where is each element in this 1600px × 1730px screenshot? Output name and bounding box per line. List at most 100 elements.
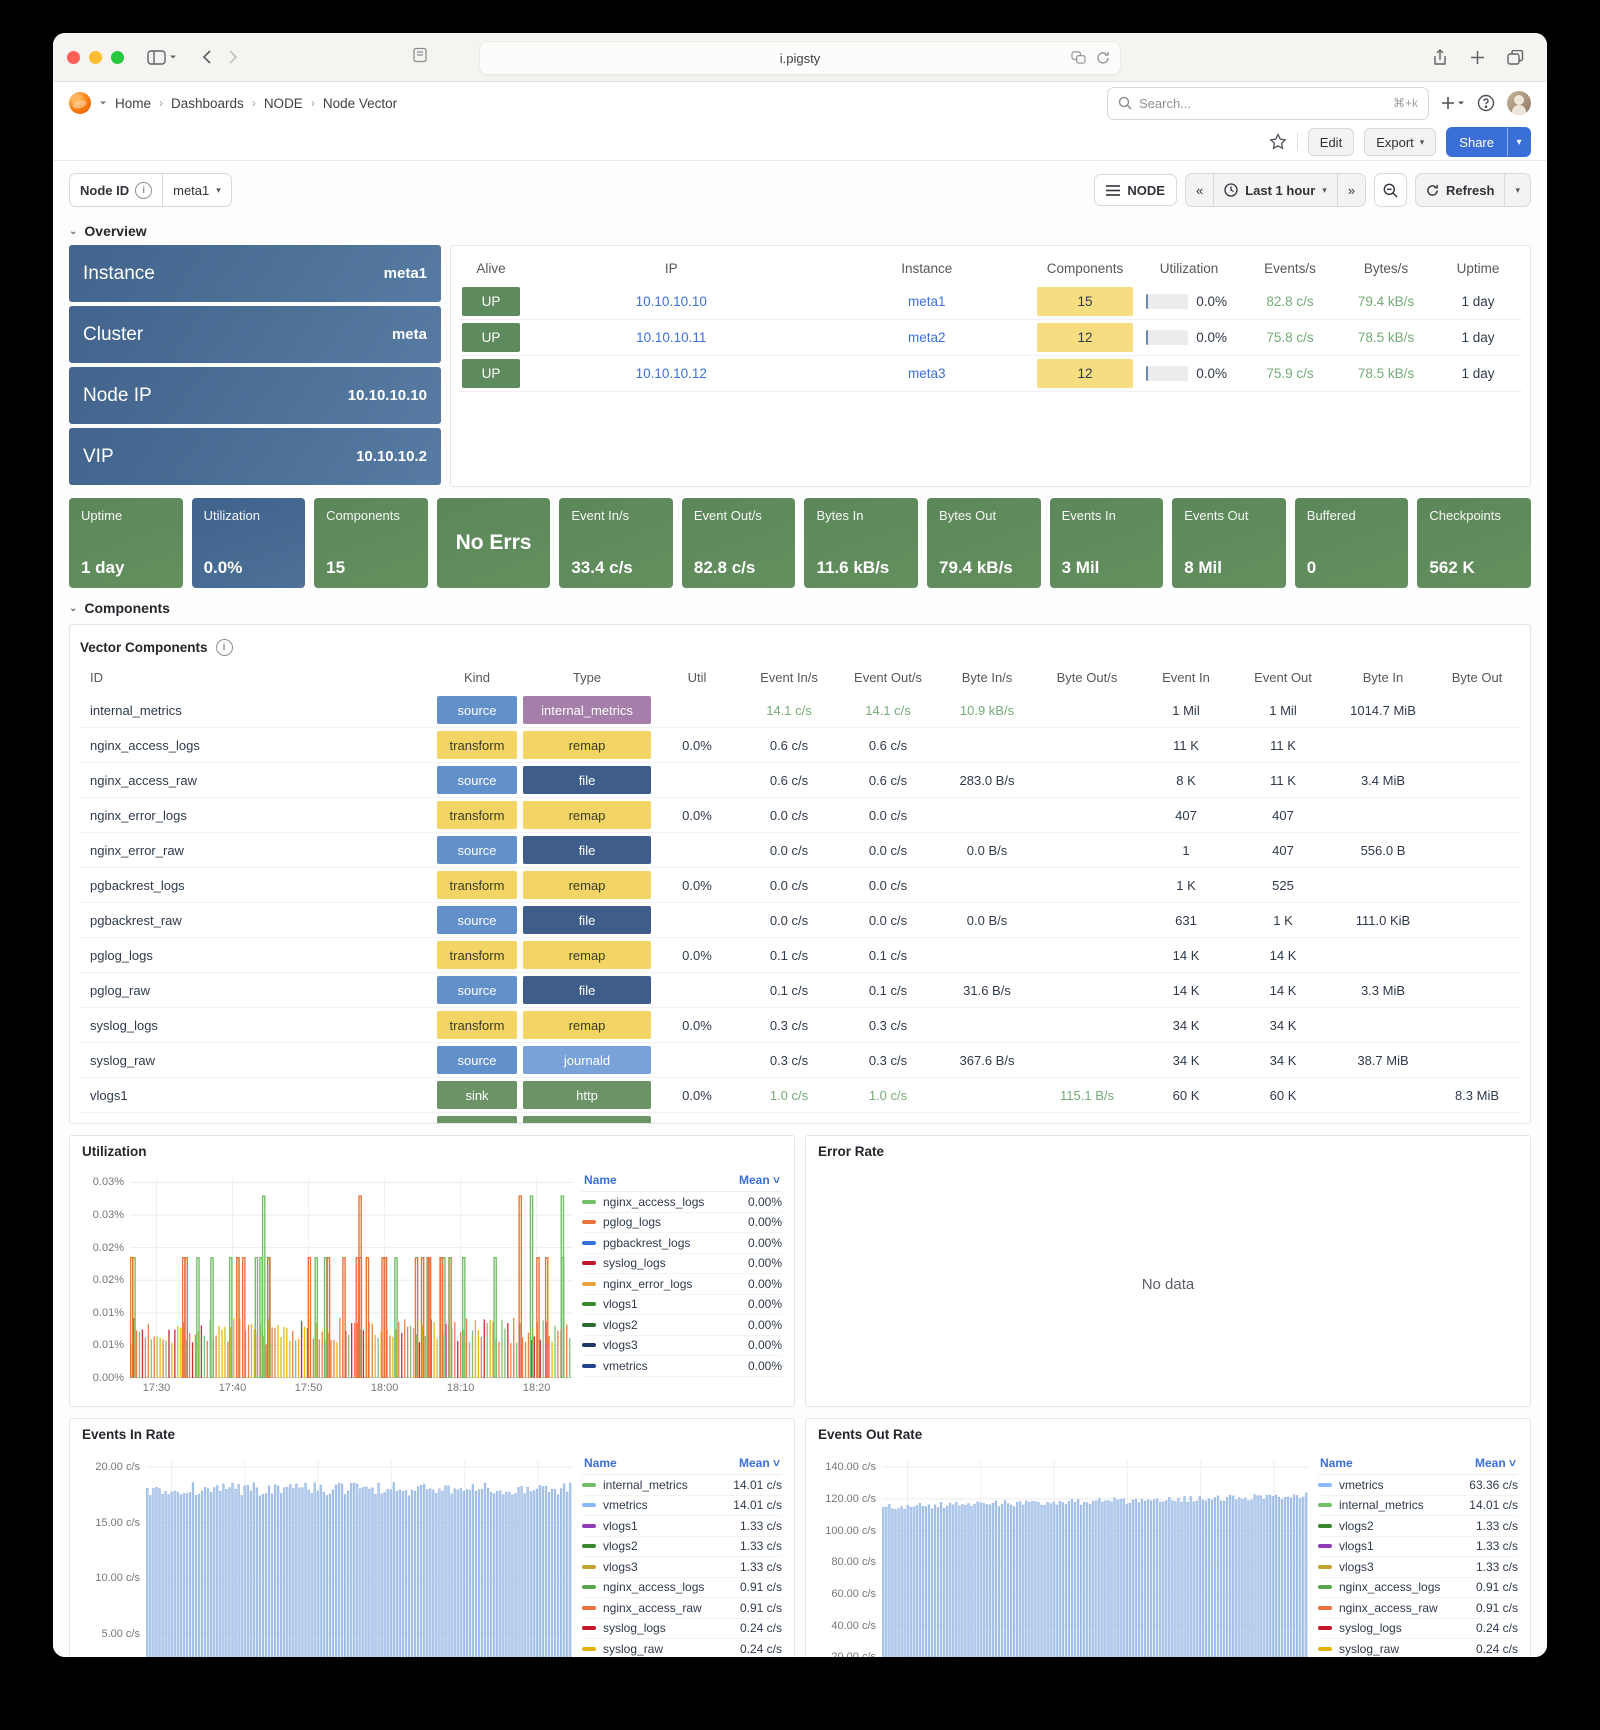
- column-header-utilization[interactable]: Utilization: [1136, 252, 1242, 284]
- variable-value-dropdown[interactable]: meta1▾: [163, 174, 231, 206]
- column-header-ip[interactable]: IP: [523, 252, 820, 284]
- org-switcher-chevron-icon[interactable]: [99, 99, 107, 107]
- legend-row[interactable]: syslog_logs0.24 c/s: [582, 1619, 782, 1640]
- legend-row[interactable]: vlogs11.33 c/s: [582, 1516, 782, 1537]
- legend-row[interactable]: vlogs11.33 c/s: [1318, 1537, 1518, 1558]
- column-header-events-s[interactable]: Events/s: [1242, 252, 1338, 284]
- time-shift-forward-button[interactable]: »: [1338, 174, 1365, 206]
- reload-icon[interactable]: [1096, 51, 1110, 65]
- share-button[interactable]: Share: [1446, 127, 1507, 157]
- column-header-event-in-s[interactable]: Event In/s: [740, 661, 838, 693]
- legend-name-header[interactable]: Name: [584, 1456, 617, 1470]
- ip-link[interactable]: 10.10.10.10: [636, 294, 707, 309]
- section-components[interactable]: ⌄ Components: [53, 596, 1547, 622]
- legend-row[interactable]: vlogs31.33 c/s: [1318, 1557, 1518, 1578]
- column-header-alive[interactable]: Alive: [459, 252, 523, 284]
- legend-row[interactable]: nginx_access_raw0.91 c/s: [1318, 1598, 1518, 1619]
- legend-row[interactable]: vlogs30.00%: [582, 1336, 782, 1357]
- instance-link[interactable]: meta2: [908, 330, 946, 345]
- legend-series-color: [582, 1503, 596, 1507]
- share-menu-chevron-icon[interactable]: ▾: [1507, 127, 1531, 157]
- node-dashboard-button[interactable]: NODE: [1094, 174, 1177, 206]
- legend-row[interactable]: pglog_logs0.00%: [582, 1213, 782, 1234]
- legend-row[interactable]: nginx_error_logs0.00%: [582, 1274, 782, 1295]
- edit-button[interactable]: Edit: [1308, 128, 1354, 156]
- column-header-id[interactable]: ID: [80, 661, 434, 693]
- column-header-bytes-s[interactable]: Bytes/s: [1338, 252, 1434, 284]
- legend-row[interactable]: pgbackrest_logs0.00%: [582, 1233, 782, 1254]
- panel-info-icon[interactable]: i: [216, 639, 233, 656]
- breadcrumb-item-home[interactable]: Home: [115, 96, 151, 111]
- column-header-byte-out-s[interactable]: Byte Out/s: [1036, 661, 1138, 693]
- column-header-event-in[interactable]: Event In: [1138, 661, 1234, 693]
- help-icon[interactable]: [1477, 94, 1495, 112]
- column-header-type[interactable]: Type: [520, 661, 654, 693]
- legend-row[interactable]: vmetrics63.36 c/s: [1318, 1475, 1518, 1496]
- legend-row[interactable]: syslog_raw0.24 c/s: [582, 1639, 782, 1657]
- column-header-uptime[interactable]: Uptime: [1434, 252, 1522, 284]
- legend-name-header[interactable]: Name: [1320, 1456, 1353, 1470]
- legend-row[interactable]: internal_metrics14.01 c/s: [582, 1475, 782, 1496]
- address-bar[interactable]: i.pigsty: [479, 41, 1121, 75]
- legend-row[interactable]: nginx_access_logs0.00%: [582, 1192, 782, 1213]
- user-avatar[interactable]: [1507, 91, 1531, 115]
- forward-button[interactable]: [229, 50, 238, 64]
- back-button[interactable]: [202, 50, 211, 64]
- legend-row[interactable]: nginx_access_raw0.91 c/s: [582, 1598, 782, 1619]
- instance-link[interactable]: meta3: [908, 366, 946, 381]
- variable-info-icon[interactable]: i: [135, 182, 152, 199]
- legend-row[interactable]: vmetrics0.00%: [582, 1356, 782, 1377]
- grafana-logo-icon[interactable]: [69, 92, 91, 114]
- legend-row[interactable]: vlogs10.00%: [582, 1295, 782, 1316]
- legend-name-header[interactable]: Name: [584, 1173, 617, 1187]
- column-header-instance[interactable]: Instance: [820, 252, 1035, 284]
- add-new-button[interactable]: [1441, 96, 1465, 110]
- minimize-window-button[interactable]: [89, 51, 102, 64]
- zoom-out-time-button[interactable]: [1374, 173, 1407, 207]
- tab-overview-icon[interactable]: [1507, 50, 1524, 65]
- breadcrumb-item-node[interactable]: NODE: [264, 96, 303, 111]
- legend-row[interactable]: internal_metrics14.01 c/s: [1318, 1496, 1518, 1517]
- time-shift-back-button[interactable]: «: [1186, 174, 1214, 206]
- column-header-event-out-s[interactable]: Event Out/s: [838, 661, 938, 693]
- column-header-byte-in[interactable]: Byte In: [1332, 661, 1434, 693]
- legend-row[interactable]: syslog_logs0.00%: [582, 1254, 782, 1275]
- legend-mean-header[interactable]: Mean ˅: [1475, 1456, 1516, 1470]
- instance-link[interactable]: meta1: [908, 294, 946, 309]
- time-range-dropdown[interactable]: Last 1 hour▾: [1214, 174, 1338, 206]
- close-window-button[interactable]: [67, 51, 80, 64]
- section-overview[interactable]: ⌄ Overview: [53, 219, 1547, 245]
- breadcrumb-item-node-vector[interactable]: Node Vector: [323, 96, 397, 111]
- legend-row[interactable]: vlogs31.33 c/s: [582, 1557, 782, 1578]
- ip-link[interactable]: 10.10.10.12: [636, 366, 707, 381]
- legend-mean-header[interactable]: Mean ˅: [739, 1173, 780, 1187]
- legend-mean-header[interactable]: Mean ˅: [739, 1456, 780, 1470]
- legend-row[interactable]: vmetrics14.01 c/s: [582, 1496, 782, 1517]
- share-page-icon[interactable]: [1432, 49, 1448, 66]
- legend-row[interactable]: nginx_access_logs0.91 c/s: [1318, 1578, 1518, 1599]
- legend-row[interactable]: vlogs20.00%: [582, 1315, 782, 1336]
- column-header-util[interactable]: Util: [654, 661, 740, 693]
- new-tab-icon[interactable]: [1470, 50, 1485, 65]
- translate-icon[interactable]: [1071, 51, 1086, 64]
- legend-row[interactable]: nginx_access_logs0.91 c/s: [582, 1578, 782, 1599]
- page-settings-icon[interactable]: [412, 47, 428, 68]
- legend-row[interactable]: syslog_raw0.24 c/s: [1318, 1639, 1518, 1657]
- ip-link[interactable]: 10.10.10.11: [636, 330, 706, 345]
- search-input[interactable]: Search... ⌘+k: [1107, 87, 1429, 120]
- breadcrumb-item-dashboards[interactable]: Dashboards: [171, 96, 244, 111]
- column-header-kind[interactable]: Kind: [434, 661, 520, 693]
- legend-row[interactable]: syslog_logs0.24 c/s: [1318, 1619, 1518, 1640]
- sidebar-toggle-icon[interactable]: [147, 50, 177, 65]
- fullscreen-window-button[interactable]: [111, 51, 124, 64]
- refresh-interval-chevron-icon[interactable]: ▾: [1505, 174, 1530, 206]
- favorite-star-icon[interactable]: [1269, 133, 1287, 151]
- column-header-byte-out[interactable]: Byte Out: [1434, 661, 1520, 693]
- legend-row[interactable]: vlogs21.33 c/s: [582, 1537, 782, 1558]
- column-header-byte-in-s[interactable]: Byte In/s: [938, 661, 1036, 693]
- column-header-event-out[interactable]: Event Out: [1234, 661, 1332, 693]
- refresh-button[interactable]: Refresh: [1416, 174, 1505, 206]
- legend-row[interactable]: vlogs21.33 c/s: [1318, 1516, 1518, 1537]
- column-header-components[interactable]: Components: [1034, 252, 1136, 284]
- export-button[interactable]: Export▾: [1364, 128, 1436, 156]
